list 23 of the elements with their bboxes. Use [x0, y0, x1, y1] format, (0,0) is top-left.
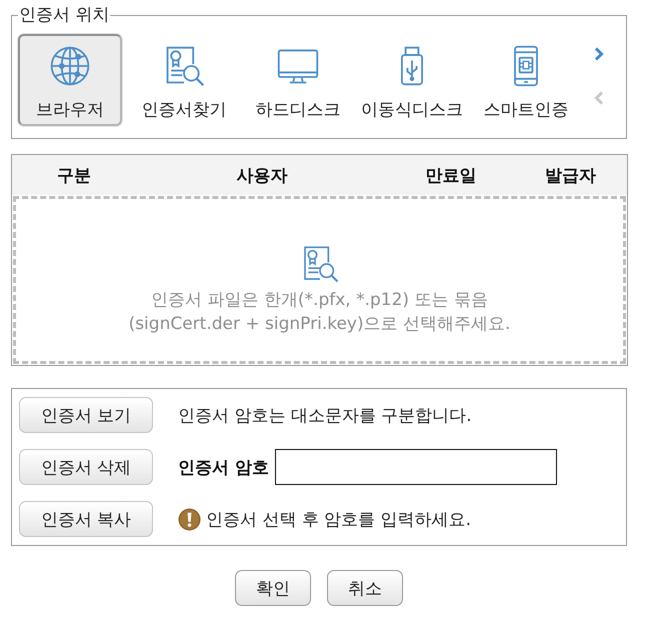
column-header: 구분	[57, 164, 91, 186]
dialog-button[interactable]: 취소	[327, 570, 403, 606]
location-tile[interactable]: 브라우저	[18, 34, 122, 126]
location-tile[interactable]: 인증서찾기	[132, 34, 236, 126]
warning-message: 인증서 선택 후 암호를 입력하세요.	[206, 508, 472, 530]
location-tile[interactable]: 하드디스크	[246, 34, 350, 126]
dialog-button[interactable]: 확인	[235, 570, 311, 606]
location-tile[interactable]: 이동식디스크	[360, 34, 464, 126]
password-label: 인증서 암호	[178, 456, 269, 478]
column-header: 발급자	[545, 164, 596, 186]
globe-icon	[48, 44, 92, 88]
certificate-action-button[interactable]: 인증서 복사	[19, 501, 153, 537]
certificate-action-button[interactable]: 인증서 보기	[19, 397, 153, 433]
panel-legend: 인증서 위치	[18, 5, 110, 25]
warning-icon	[178, 508, 201, 530]
column-header: 만료일	[426, 164, 476, 186]
certificate-action-button[interactable]: 인증서 삭제	[19, 449, 153, 485]
location-tile[interactable]: 스마트인증	[474, 34, 578, 126]
case-sensitivity-note: 인증서 암호는 대소문자를 구분합니다.	[178, 406, 472, 426]
column-header: 사용자	[236, 164, 288, 186]
chevron-right-icon[interactable]	[594, 46, 604, 60]
empty-table-message: 인증서 파일은 한개(*.pfx, *.p12) 또는 묶음 (signCert.der + signPri.key)으로 선택해주세요.	[128, 289, 510, 336]
password-field[interactable]	[274, 449, 557, 485]
